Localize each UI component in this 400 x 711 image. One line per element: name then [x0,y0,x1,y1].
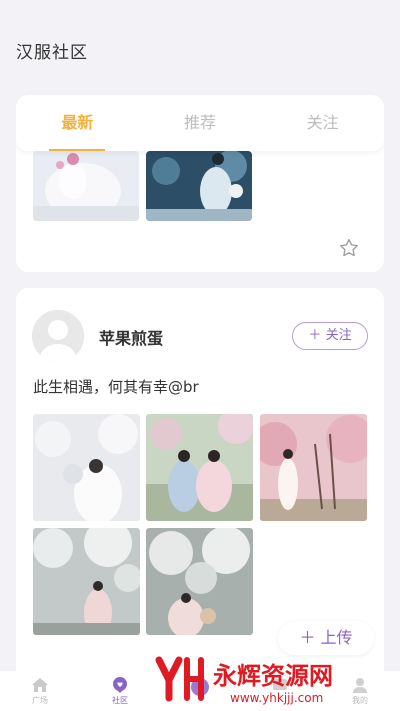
post-photo[interactable] [146,528,253,635]
upload-button[interactable]: ＋ 上传 [278,621,374,655]
nav-item-square[interactable]: 广场 [0,671,80,711]
home-icon [32,678,48,692]
plus-icon: ＋ [299,628,316,647]
post-username[interactable]: 苹果煎蛋 [99,325,163,349]
post-image[interactable] [33,151,139,221]
watermark-logo: 永辉资源网 www.yhkjjj.com [155,656,333,705]
post-photo[interactable] [33,414,140,521]
post-photo[interactable] [260,414,367,521]
community-icon [113,677,127,693]
post-photo[interactable] [33,528,140,635]
watermark-brand: 永辉资源网 [213,662,333,690]
avatar[interactable] [32,310,84,362]
post-image[interactable] [146,151,252,221]
nav-item-community[interactable]: 社区 [80,671,160,711]
tab-recommended[interactable]: 推荐 [139,95,262,151]
post-text: 此生相遇，何其有幸@br [33,378,199,396]
watermark-url: www.yhkjjj.com [230,691,323,705]
page-title: 汉服社区 [16,43,88,63]
upload-button-label: 上传 [320,628,353,647]
feed-card-previous: 最新 推荐 关注 [16,95,384,272]
nav-item-label: 广场 [32,696,48,705]
favorite-star-icon[interactable] [338,237,360,259]
nav-item-label: 社区 [112,696,128,705]
tab-latest[interactable]: 最新 [16,95,139,151]
post-photo[interactable] [146,414,253,521]
follow-button-label: 关注 [325,328,352,343]
plus-icon: ＋ [308,328,322,343]
tab-following[interactable]: 关注 [261,95,384,151]
feed-tabs: 最新 推荐 关注 [16,95,384,151]
follow-button[interactable]: ＋ 关注 [292,322,368,350]
